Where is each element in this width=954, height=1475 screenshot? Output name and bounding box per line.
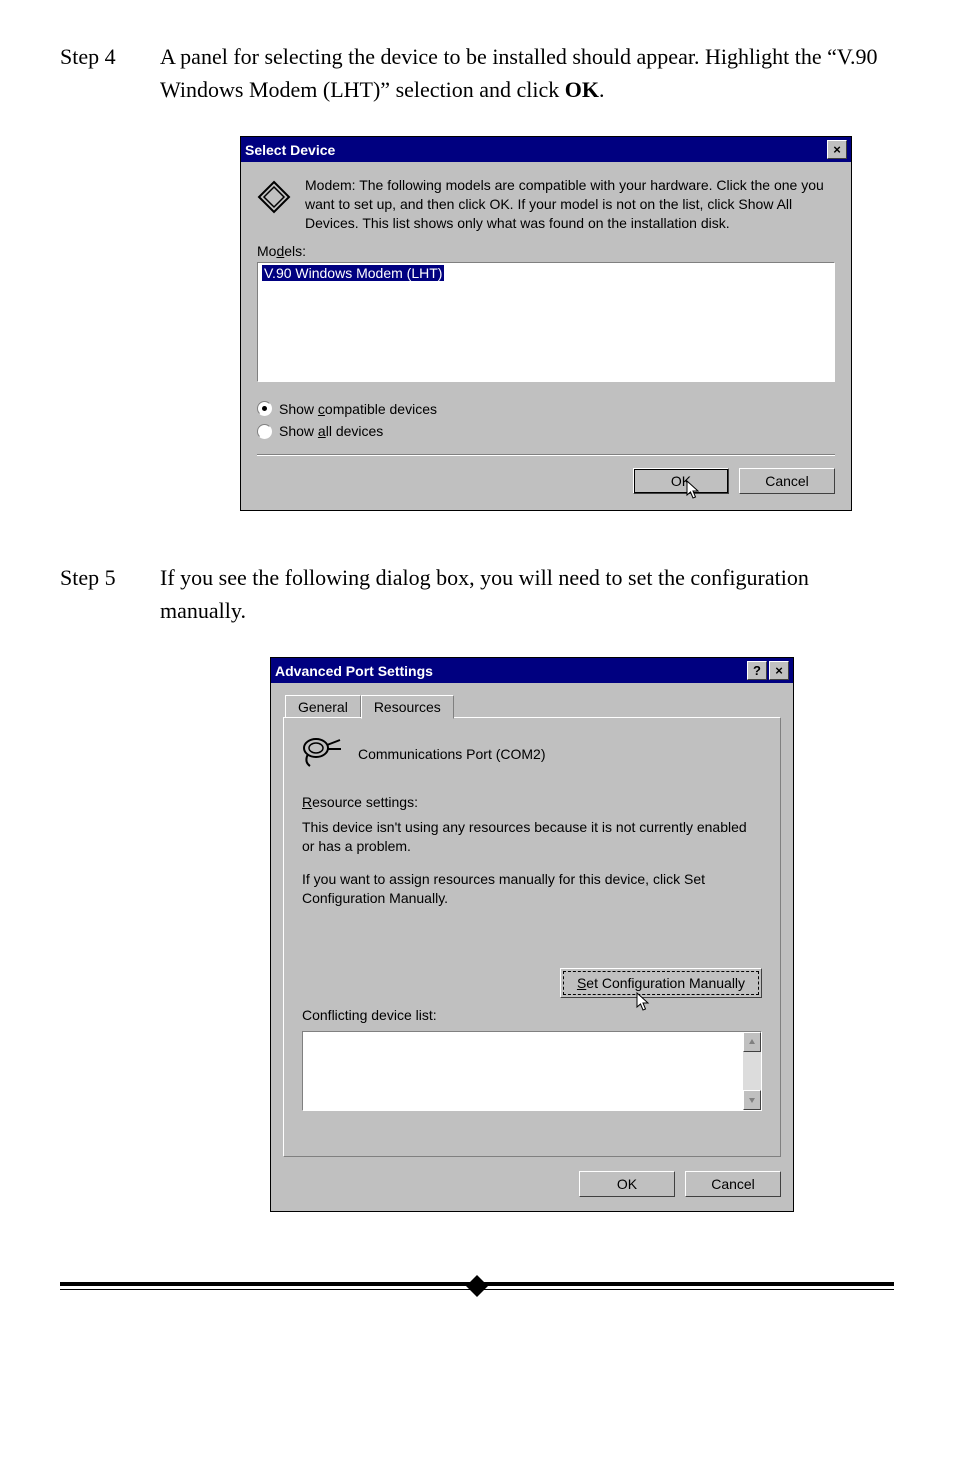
models-listbox[interactable]: V.90 Windows Modem (LHT): [257, 262, 835, 382]
scrollbar: [743, 1032, 761, 1110]
cursor-icon: [686, 480, 702, 503]
radio-icon: [257, 401, 272, 416]
cancel-button[interactable]: Cancel: [739, 468, 835, 494]
step5-label: Step 5: [60, 561, 160, 594]
radio-compatible[interactable]: Show compatible devices: [257, 398, 835, 420]
select-device-titlebar: Select Device ×: [241, 137, 851, 162]
ok-button[interactable]: OK: [579, 1171, 675, 1197]
help-button[interactable]: ?: [747, 661, 767, 680]
port-name: Communications Port (COM2): [358, 746, 546, 762]
radio-all[interactable]: Show all devices: [257, 420, 835, 442]
port-icon: [302, 736, 342, 771]
step4-label: Step 4: [60, 40, 160, 73]
scroll-down-button: [743, 1090, 761, 1110]
radio-icon: [257, 424, 272, 439]
select-device-title: Select Device: [245, 142, 825, 158]
ok-button[interactable]: OK: [633, 468, 729, 494]
resource-settings-label: Resource settings:: [302, 793, 762, 812]
resource-settings-para1: This device isn't using any resources be…: [302, 818, 762, 856]
scroll-up-button: [743, 1032, 761, 1052]
cancel-button-label: Cancel: [711, 1176, 755, 1192]
select-device-description: Modem: The following models are compatib…: [305, 176, 835, 233]
cancel-button[interactable]: Cancel: [685, 1171, 781, 1197]
close-button[interactable]: ×: [827, 140, 847, 159]
radio-compatible-label: Show compatible devices: [279, 398, 437, 420]
set-configuration-button[interactable]: Set Configuration Manually: [560, 968, 762, 998]
models-label: Models:: [257, 243, 835, 259]
step4-body: A panel for selecting the device to be i…: [160, 40, 894, 106]
close-icon: ×: [775, 663, 783, 678]
cancel-button-label: Cancel: [765, 473, 809, 489]
list-item[interactable]: V.90 Windows Modem (LHT): [262, 265, 444, 281]
close-button[interactable]: ×: [769, 661, 789, 680]
conflict-list-label: Conflicting device list:: [302, 1006, 762, 1025]
cursor-icon: [636, 992, 652, 1015]
step4-text-after: .: [599, 77, 605, 102]
select-device-dialog: Select Device × Modem: The following mod…: [240, 136, 852, 511]
step4-paragraph: Step 4 A panel for selecting the device …: [60, 40, 894, 106]
conflict-listbox: [302, 1031, 762, 1111]
radio-all-label: Show all devices: [279, 420, 383, 442]
advanced-port-dialog: Advanced Port Settings ? × General Resou…: [270, 657, 794, 1212]
footer-divider: [60, 1282, 894, 1322]
advanced-port-titlebar: Advanced Port Settings ? ×: [271, 658, 793, 683]
tab-panel-resources: Communications Port (COM2) Resource sett…: [283, 717, 781, 1157]
ok-button-label: OK: [617, 1176, 637, 1192]
step4-text-before: A panel for selecting the device to be i…: [160, 44, 877, 102]
set-configuration-label: Set Configuration Manually: [577, 975, 745, 991]
step4-bold-ok: OK: [565, 77, 599, 102]
step5-body: If you see the following dialog box, you…: [160, 561, 894, 627]
step5-paragraph: Step 5 If you see the following dialog b…: [60, 561, 894, 627]
diamond-icon: [464, 1273, 490, 1304]
modem-icon: [257, 180, 291, 214]
advanced-port-title: Advanced Port Settings: [275, 663, 745, 679]
tab-general[interactable]: General: [285, 695, 361, 718]
help-icon: ?: [753, 663, 761, 678]
close-icon: ×: [833, 142, 841, 157]
resource-settings-para2: If you want to assign resources manually…: [302, 870, 762, 908]
separator: [257, 454, 835, 456]
tab-resources[interactable]: Resources: [361, 695, 454, 719]
